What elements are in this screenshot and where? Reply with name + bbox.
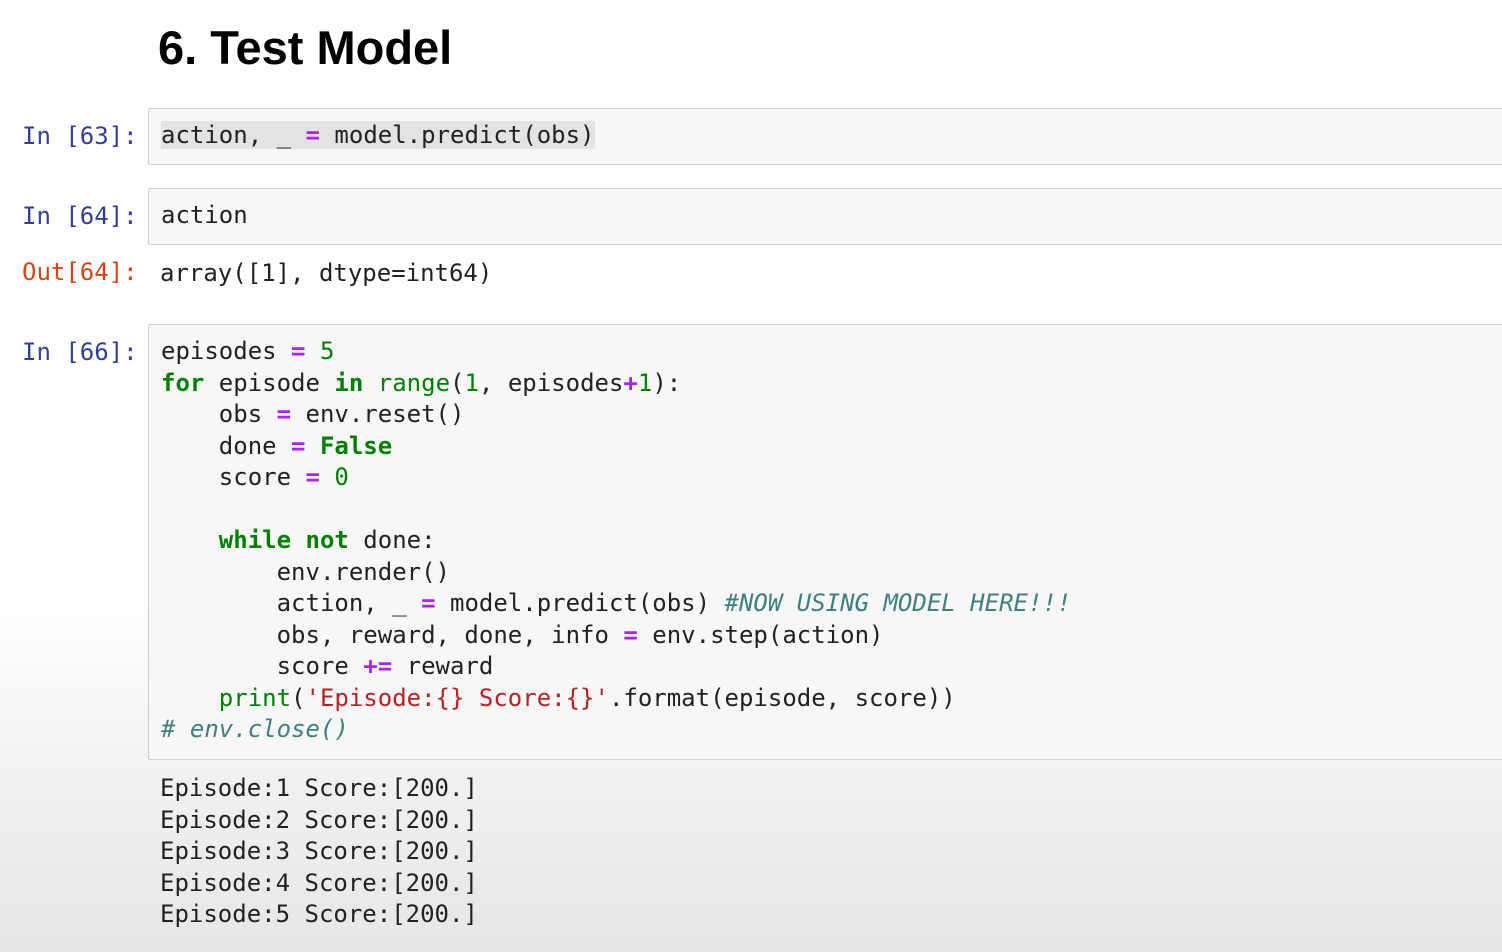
code-token: 'Episode:{} Score:{}' xyxy=(305,683,609,712)
input-prompt-64: In [64]: xyxy=(22,202,138,230)
output-prompt-64: Out[64]: xyxy=(22,258,138,286)
code-token: = xyxy=(291,337,306,365)
code-token: 1 xyxy=(637,368,653,397)
code-cell-64[interactable]: action xyxy=(148,188,1502,245)
code-token: action, xyxy=(161,121,263,149)
input-prompt-66: In [66]: xyxy=(22,338,138,366)
code-token: env.reset() xyxy=(291,400,465,428)
code-token: 5 xyxy=(319,337,335,365)
code-token: = xyxy=(291,431,306,460)
code-token: = xyxy=(305,463,320,491)
code-editor-66[interactable]: episodes = 5 for episode in range(1, epi… xyxy=(161,336,1071,746)
code-token: = xyxy=(421,589,436,617)
code-token: not xyxy=(305,526,349,554)
code-token: score xyxy=(161,652,364,680)
code-token: , episodes xyxy=(478,368,624,397)
code-token: print xyxy=(218,683,292,712)
code-token: episode xyxy=(204,368,335,397)
code-line: action xyxy=(161,201,248,229)
code-token: _ xyxy=(276,121,292,149)
code-token: range xyxy=(377,368,451,397)
code-token: done: xyxy=(348,526,436,554)
code-token: done xyxy=(161,431,292,460)
output-area-66: Episode:1 Score:[200.] Episode:2 Score:[… xyxy=(160,773,478,931)
code-token: action, _ xyxy=(161,589,422,617)
code-token: reward xyxy=(392,652,494,680)
code-token: # env.close() xyxy=(161,715,349,743)
code-token: model.predict(obs) xyxy=(319,121,595,149)
code-cell-63[interactable]: action, _ = model.predict(obs) xyxy=(148,108,1502,165)
code-token: + xyxy=(623,368,638,397)
code-token: in xyxy=(334,368,364,397)
code-token: while xyxy=(218,526,292,554)
output-line: Episode:1 Score:[200.] xyxy=(160,774,478,802)
code-editor-63[interactable]: action, _ = model.predict(obs) xyxy=(161,120,595,152)
code-token: for xyxy=(161,368,205,397)
output-text-64: array([1], dtype=int64) xyxy=(160,259,493,287)
code-token: += xyxy=(363,652,393,680)
input-prompt-63: In [63]: xyxy=(22,122,138,150)
code-token: ( xyxy=(450,368,465,397)
code-token: ): xyxy=(652,368,682,397)
code-token: = xyxy=(305,121,320,149)
code-token: = xyxy=(623,620,638,649)
output-line: Episode:2 Score:[200.] xyxy=(160,805,478,834)
code-token: #NOW USING MODEL HERE!!! xyxy=(724,589,1072,617)
selected-code-text: action, _ = model.predict(obs) xyxy=(161,121,595,149)
output-line: Episode:4 Score:[200.] xyxy=(160,868,478,897)
code-editor-64[interactable]: action xyxy=(161,200,248,232)
code-token: model.predict(obs) xyxy=(435,589,725,617)
code-token: = xyxy=(276,400,292,428)
code-token: .format(episode, score)) xyxy=(608,683,956,712)
output-line: Episode:3 Score:[200.] xyxy=(160,837,478,866)
code-cell-66[interactable]: episodes = 5 for episode in range(1, epi… xyxy=(148,324,1502,760)
code-token: score xyxy=(161,463,306,491)
code-token: 0 xyxy=(334,463,349,491)
section-heading: 6. Test Model xyxy=(158,21,453,74)
code-token: episodes xyxy=(161,337,292,365)
code-token: env.render() xyxy=(161,557,450,586)
code-token: env.step(action) xyxy=(637,620,884,649)
code-token: False xyxy=(319,431,393,460)
code-token: ( xyxy=(291,683,306,712)
code-token: 1 xyxy=(464,368,479,397)
code-token: obs, reward, done, info xyxy=(161,620,624,649)
code-token: obs xyxy=(161,400,277,428)
output-line: Episode:5 Score:[200.] xyxy=(160,900,478,929)
